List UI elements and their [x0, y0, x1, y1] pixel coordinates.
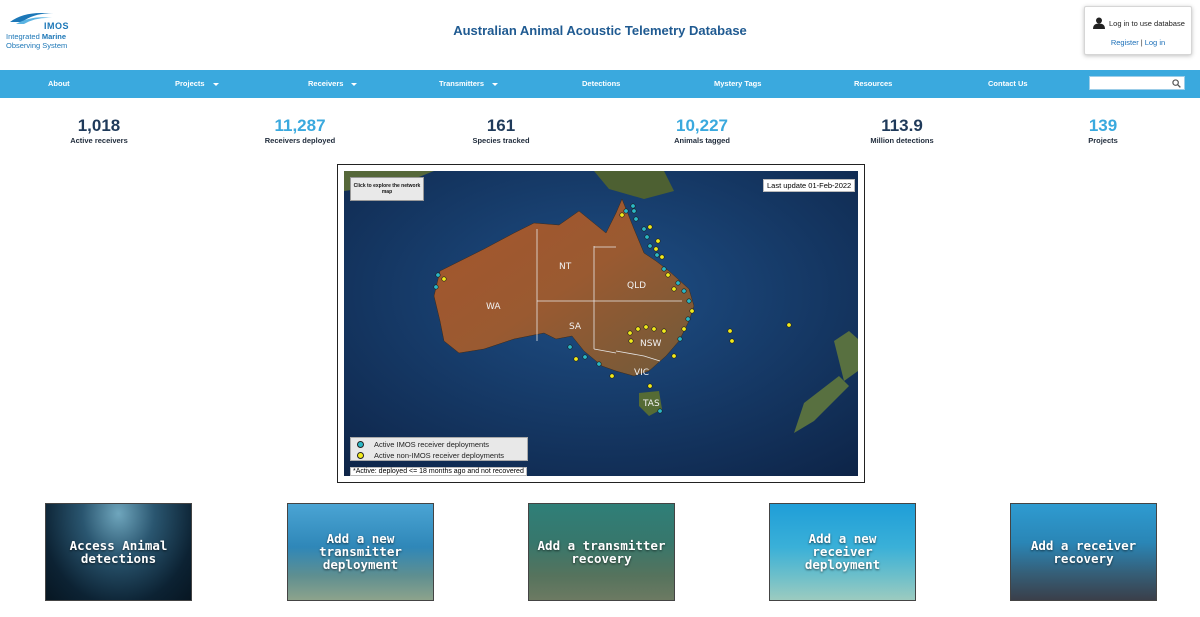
nav-transmitters[interactable]: Transmitters	[439, 70, 499, 98]
site-title: Australian Animal Acoustic Telemetry Dat…	[453, 23, 747, 38]
login-prompt: Log in to use database	[1093, 17, 1185, 29]
nav-mystery-tags[interactable]: Mystery Tags	[714, 70, 761, 98]
chevron-down-icon	[212, 82, 219, 86]
stat-species-tracked: 161 Species tracked	[431, 116, 571, 145]
region-label-nt: NT	[559, 262, 572, 272]
main-nav: About Projects Receivers Transmitters De…	[0, 70, 1200, 98]
auth-links: Register | Log in	[1085, 38, 1191, 47]
legend-label: Active IMOS receiver deployments	[374, 440, 490, 449]
login-prompt-text: Log in to use database	[1109, 18, 1185, 28]
map-image: NT QLD WA SA NSW VIC TAS	[344, 171, 858, 476]
chevron-down-icon	[351, 82, 358, 86]
nav-receivers[interactable]: Receivers	[308, 70, 358, 98]
search-icon[interactable]	[1172, 79, 1181, 88]
tile-label: Add a new transmitter deployment	[319, 531, 402, 572]
tile-add-receiver-deployment[interactable]: Add a new receiver deployment	[769, 503, 916, 601]
region-label-tas: TAS	[642, 399, 660, 409]
stat-label: Projects	[1088, 136, 1118, 145]
nav-contact-us[interactable]: Contact Us	[988, 70, 1028, 98]
region-label-qld: QLD	[627, 281, 646, 291]
tile-add-transmitter-recovery[interactable]: Add a transmitter recovery	[528, 503, 675, 601]
region-label-nsw: NSW	[640, 339, 661, 349]
stat-receivers-deployed: 11,287 Receivers deployed	[230, 116, 370, 145]
legend-dot-imos	[357, 441, 364, 448]
map-legend: Active IMOS receiver deployments Active …	[350, 437, 528, 461]
stat-label: Receivers deployed	[264, 136, 336, 145]
legend-label: Active non-IMOS receiver deployments	[374, 451, 505, 460]
region-label-vic: VIC	[634, 368, 649, 378]
stat-animals-tagged: 10,227 Animals tagged	[632, 116, 772, 145]
user-icon	[1093, 17, 1105, 29]
tile-access-animal-detections[interactable]: Access Animal detections	[45, 503, 192, 601]
stat-value: 161	[486, 116, 516, 135]
stat-label: Species tracked	[472, 136, 530, 145]
tile-add-receiver-recovery[interactable]: Add a receiver recovery	[1010, 503, 1157, 601]
stat-projects: 139 Projects	[1033, 116, 1173, 145]
last-update-label: Last update 01-Feb-2022	[763, 179, 856, 192]
region-label-sa: SA	[569, 322, 582, 332]
stat-value: 10,227	[676, 116, 728, 135]
legend-item-imos: Active IMOS receiver deployments	[357, 440, 489, 449]
stat-million-detections: 113.9 Million detections	[832, 116, 972, 145]
nav-projects[interactable]: Projects	[175, 70, 219, 98]
legend-item-non-imos: Active non-IMOS receiver deployments	[357, 451, 504, 460]
nav-resources[interactable]: Resources	[854, 70, 892, 98]
stat-label: Animals tagged	[674, 136, 730, 145]
stat-active-receivers: 1,018 Active receivers	[29, 116, 169, 145]
chevron-down-icon	[492, 82, 499, 86]
search-input[interactable]	[1090, 82, 1176, 95]
search-box	[1089, 76, 1185, 95]
nav-detections[interactable]: Detections	[582, 70, 620, 98]
register-link[interactable]: Register	[1111, 38, 1139, 47]
map-footnote: *Active: deployed <= 18 months ago and n…	[350, 467, 527, 476]
stat-value: 1,018	[77, 116, 121, 135]
tile-label: Add a receiver recovery	[1030, 538, 1137, 566]
stat-value: 11,287	[274, 116, 326, 135]
region-label-wa: WA	[486, 302, 501, 312]
legend-dot-non-imos	[357, 452, 364, 459]
login-link[interactable]: Log in	[1145, 38, 1165, 47]
tile-add-transmitter-deployment[interactable]: Add a new transmitter deployment	[287, 503, 434, 601]
stat-value: 139	[1088, 116, 1118, 135]
network-map[interactable]: NT QLD WA SA NSW VIC TAS Click to explor…	[344, 171, 858, 476]
tile-label: Add a new receiver deployment	[804, 531, 881, 572]
nav-about[interactable]: About	[48, 70, 70, 98]
stat-label: Active receivers	[70, 136, 128, 145]
explore-map-button[interactable]: Click to explore the network map	[350, 177, 424, 201]
auth-separator: |	[1140, 38, 1143, 47]
login-panel: Log in to use database Register | Log in	[1084, 6, 1192, 55]
tile-label: Access Animal detections	[69, 538, 168, 566]
stat-value: 113.9	[881, 116, 923, 135]
network-map-frame[interactable]: NT QLD WA SA NSW VIC TAS Click to explor…	[337, 164, 865, 483]
stat-label: Million detections	[870, 136, 934, 145]
logo-line-2: Observing System	[6, 41, 68, 50]
tile-label: Add a transmitter recovery	[537, 538, 666, 566]
